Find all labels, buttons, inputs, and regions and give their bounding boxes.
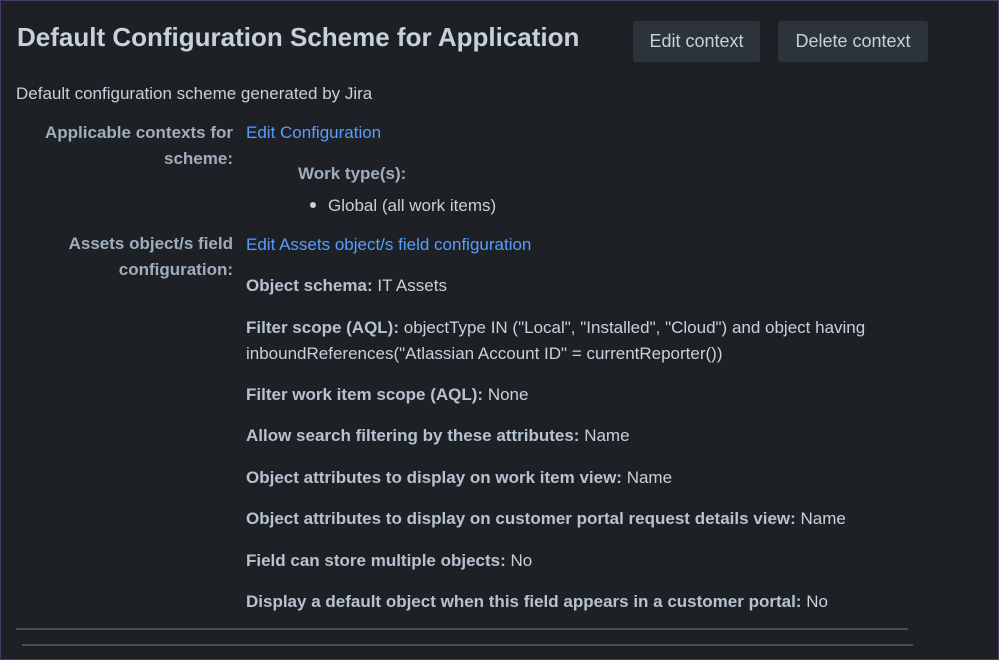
work-type-label: Global (all work items) <box>328 196 497 215</box>
edit-configuration-link[interactable]: Edit Configuration <box>246 123 381 143</box>
multiple-objects-row: Field can store multiple objects: No <box>246 548 926 574</box>
work-types-heading: Work type(s): <box>298 164 407 183</box>
row-key: Object schema: <box>246 276 373 295</box>
edit-assets-configuration-link[interactable]: Edit Assets object/s field configuration <box>246 235 531 255</box>
row-key: Object attributes to display on customer… <box>246 509 796 528</box>
row-value: IT Assets <box>377 276 447 295</box>
contexts-label: Applicable contexts for scheme: <box>45 123 233 168</box>
scheme-description: Default configuration scheme generated b… <box>16 84 373 103</box>
row-value: Name <box>626 468 673 487</box>
row-key: Filter scope (AQL): <box>246 318 400 337</box>
row-value: None <box>487 385 529 404</box>
divider <box>16 628 908 630</box>
filter-work-item-scope-row: Filter work item scope (AQL): None <box>246 382 926 408</box>
row-value: Name <box>584 426 630 445</box>
default-object-row: Display a default object when this field… <box>246 589 926 615</box>
row-key: Display a default object when this field… <box>246 592 802 611</box>
page-title: Default Configuration Scheme for Applica… <box>17 22 580 52</box>
work-item-view-attributes-row: Object attributes to display on work ite… <box>246 465 926 491</box>
row-value: No <box>510 551 533 570</box>
object-schema-row: Object schema: IT Assets <box>246 273 926 299</box>
row-key: Field can store multiple objects: <box>246 551 506 570</box>
row-key: Object attributes to display on work ite… <box>246 468 622 487</box>
row-key: Allow search filtering by these attribut… <box>246 426 580 445</box>
row-key: Filter work item scope (AQL): <box>246 385 484 404</box>
portal-attributes-row: Object attributes to display on customer… <box>246 506 926 532</box>
bullet-icon <box>310 201 316 208</box>
delete-context-button[interactable]: Delete context <box>778 21 928 62</box>
search-filtering-row: Allow search filtering by these attribut… <box>246 423 926 449</box>
edit-context-button[interactable]: Edit context <box>633 21 760 62</box>
divider <box>22 644 913 646</box>
filter-scope-row: Filter scope (AQL): objectType IN ("Loca… <box>246 315 926 367</box>
row-value: No <box>806 592 828 611</box>
work-type-item: Global (all work items) <box>310 196 496 216</box>
row-value: Name <box>800 509 846 528</box>
assets-label: Assets object/s field configuration: <box>68 234 233 279</box>
